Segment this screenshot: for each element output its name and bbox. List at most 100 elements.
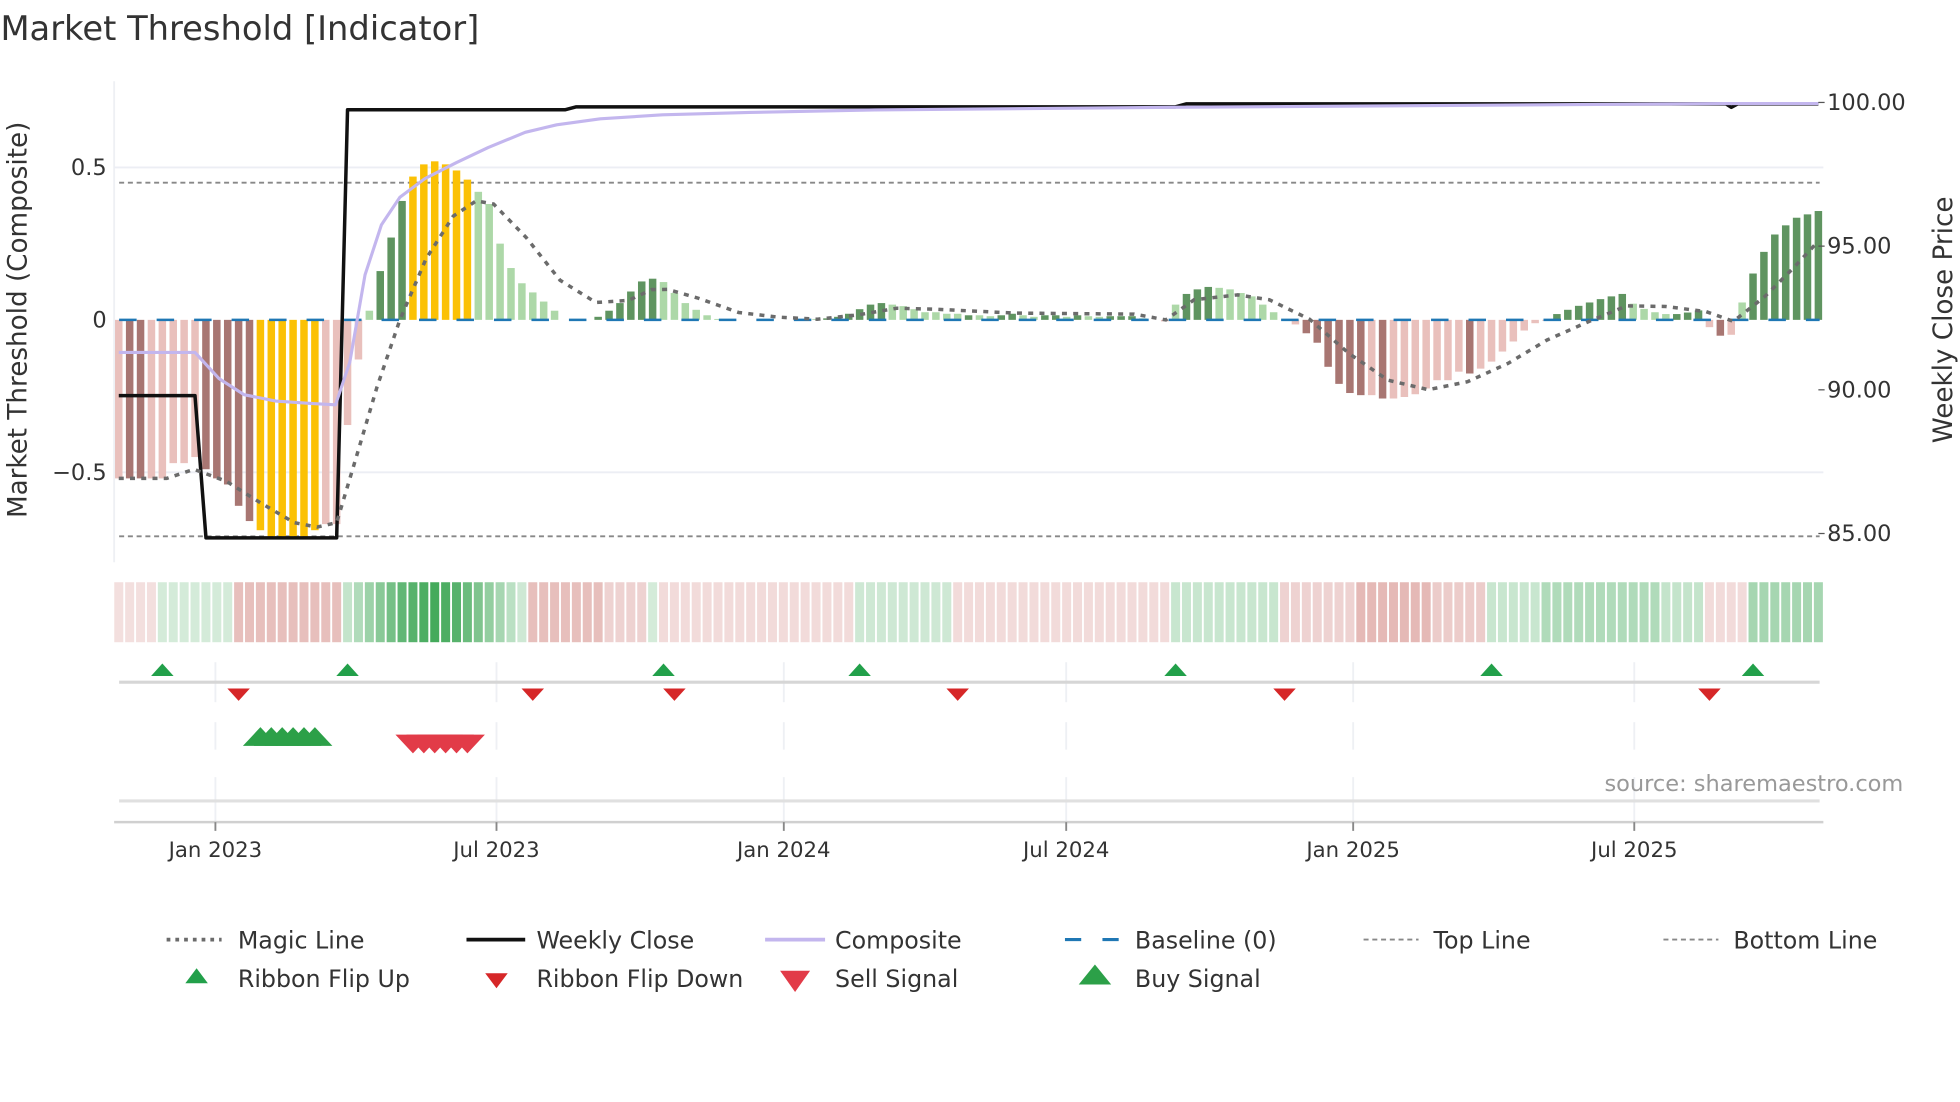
composite-bars: [115, 161, 1823, 537]
axis-ticks: 0.5 0 −0.5 100.00 95.00 90.00 85.00 Jan 2023 Jul…: [52, 90, 1906, 863]
composite-bar: [1574, 305, 1583, 320]
y2-axis-label: Weekly Close Price: [1929, 197, 1959, 444]
composite-bar: [1357, 319, 1365, 396]
composite-bar: [202, 319, 210, 470]
ribbon-cell: [506, 582, 516, 643]
legend-item-magic-line[interactable]: Magic Line: [166, 926, 365, 954]
ribbon-cell: [1715, 582, 1725, 643]
y2-tick-label: 95.00: [1827, 234, 1891, 260]
ribbon-cell: [397, 582, 407, 643]
composite-bar: [387, 237, 395, 320]
ribbon-cell: [1290, 582, 1300, 643]
legend-item-baseline[interactable]: Baseline (0): [1064, 926, 1277, 954]
x-tick-label: Jan 2023: [167, 838, 263, 863]
composite-bar: [1389, 319, 1398, 399]
composite-bar: [245, 319, 254, 522]
ribbon-cell: [571, 582, 581, 643]
ribbon-cell: [1639, 582, 1649, 643]
composite-bar: [256, 319, 265, 531]
ribbon-cell: [985, 582, 995, 643]
ribbon-cell: [234, 582, 244, 643]
ribbon-cell: [1552, 582, 1562, 643]
composite-bar: [648, 278, 657, 320]
ribbon-cell: [1683, 582, 1693, 643]
y2-tick-label: 85.00: [1827, 521, 1891, 547]
ribbon-cell: [593, 582, 603, 643]
ribbon-cell: [789, 582, 799, 643]
legend-item-sell-signal[interactable]: Sell Signal: [780, 965, 958, 993]
ribbon-cell: [637, 582, 647, 643]
ribbon-cell: [1040, 582, 1050, 643]
legend-item-composite[interactable]: Composite: [765, 926, 962, 954]
composite-bar: [420, 164, 428, 320]
ribbon-flip-down-marker: [227, 688, 250, 701]
composite-bar: [1008, 313, 1016, 320]
ribbon-cell: [855, 582, 865, 643]
legend-item-bottom-line[interactable]: Bottom Line: [1663, 926, 1877, 954]
composite-bar: [670, 293, 679, 320]
composite-bar: [1487, 319, 1496, 362]
ribbon-cell: [386, 582, 396, 643]
ribbon-cell: [1181, 582, 1191, 643]
composite-bar: [964, 315, 973, 320]
x-tick-label: Jul 2023: [451, 838, 539, 863]
composite-bar: [452, 170, 461, 320]
ribbon-cell: [680, 582, 690, 643]
composite-bar: [1640, 308, 1648, 320]
composite-bar: [692, 309, 700, 320]
market-threshold-chart: Market Threshold [Indicator] 0.5 0 −0.5 100…: [0, 9, 1959, 993]
composite-bar: [1814, 211, 1823, 320]
composite-bar: [1302, 319, 1311, 334]
composite-bar: [539, 301, 548, 320]
composite-bar: [1531, 319, 1539, 324]
ribbon-cell: [1672, 582, 1682, 643]
ribbon-cell: [909, 582, 919, 643]
ribbon-cell: [833, 582, 843, 643]
legend-item-ribbon-flip-down[interactable]: Ribbon Flip Down: [485, 965, 743, 993]
ribbon-cell: [1160, 582, 1170, 643]
ribbon-cell: [190, 582, 200, 643]
ribbon-cell: [1454, 582, 1464, 643]
composite-bar: [1248, 296, 1256, 320]
legend-item-weekly-close[interactable]: Weekly Close: [466, 926, 694, 954]
legend-item-ribbon-flip-up[interactable]: Ribbon Flip Up: [185, 965, 410, 993]
ribbon-cell: [866, 582, 876, 643]
ribbon-cell: [1421, 582, 1431, 643]
y2-tick-label: 100.00: [1827, 90, 1906, 116]
ribbon-cell: [1378, 582, 1388, 643]
composite-bar: [365, 310, 374, 320]
composite-bar: [1269, 312, 1278, 320]
legend-item-top-line[interactable]: Top Line: [1363, 926, 1531, 954]
composite-bar: [474, 191, 483, 320]
legend-label: Buy Signal: [1135, 965, 1261, 993]
grid: [113, 81, 1824, 824]
ribbon-cell: [1704, 582, 1714, 643]
ribbon-cell: [408, 582, 418, 643]
composite-bar: [1215, 287, 1223, 320]
composite-bar: [681, 303, 690, 320]
composite-bar: [147, 319, 156, 479]
ribbon-cell: [931, 582, 941, 643]
composite-bar: [627, 291, 635, 320]
composite-bar: [507, 268, 515, 320]
ribbon-cell: [441, 582, 451, 643]
ribbon-cell: [1323, 582, 1333, 643]
ribbon-flip-down-marker: [521, 688, 545, 701]
ribbon-cell: [321, 582, 331, 643]
ribbon-flip-down-marker: [1698, 688, 1721, 701]
ribbon-cell: [1487, 582, 1497, 643]
x-tick-label: Jan 2024: [735, 838, 831, 863]
composite-bar: [605, 310, 613, 320]
composite-bar: [376, 271, 384, 320]
ribbon-cell: [343, 582, 353, 643]
ribbon-cell: [1759, 582, 1769, 643]
ribbon-cell: [1192, 582, 1202, 643]
legend-item-buy-signal[interactable]: Buy Signal: [1078, 964, 1261, 993]
composite-bar: [1193, 289, 1202, 320]
composite-bar: [637, 281, 646, 320]
y-axis-label: Market Threshold (Composite): [4, 122, 34, 518]
x-tick-label: Jul 2024: [1021, 838, 1109, 863]
ribbon-cell: [964, 582, 974, 643]
composite-bar: [594, 316, 602, 320]
ribbon-cell: [299, 582, 309, 643]
